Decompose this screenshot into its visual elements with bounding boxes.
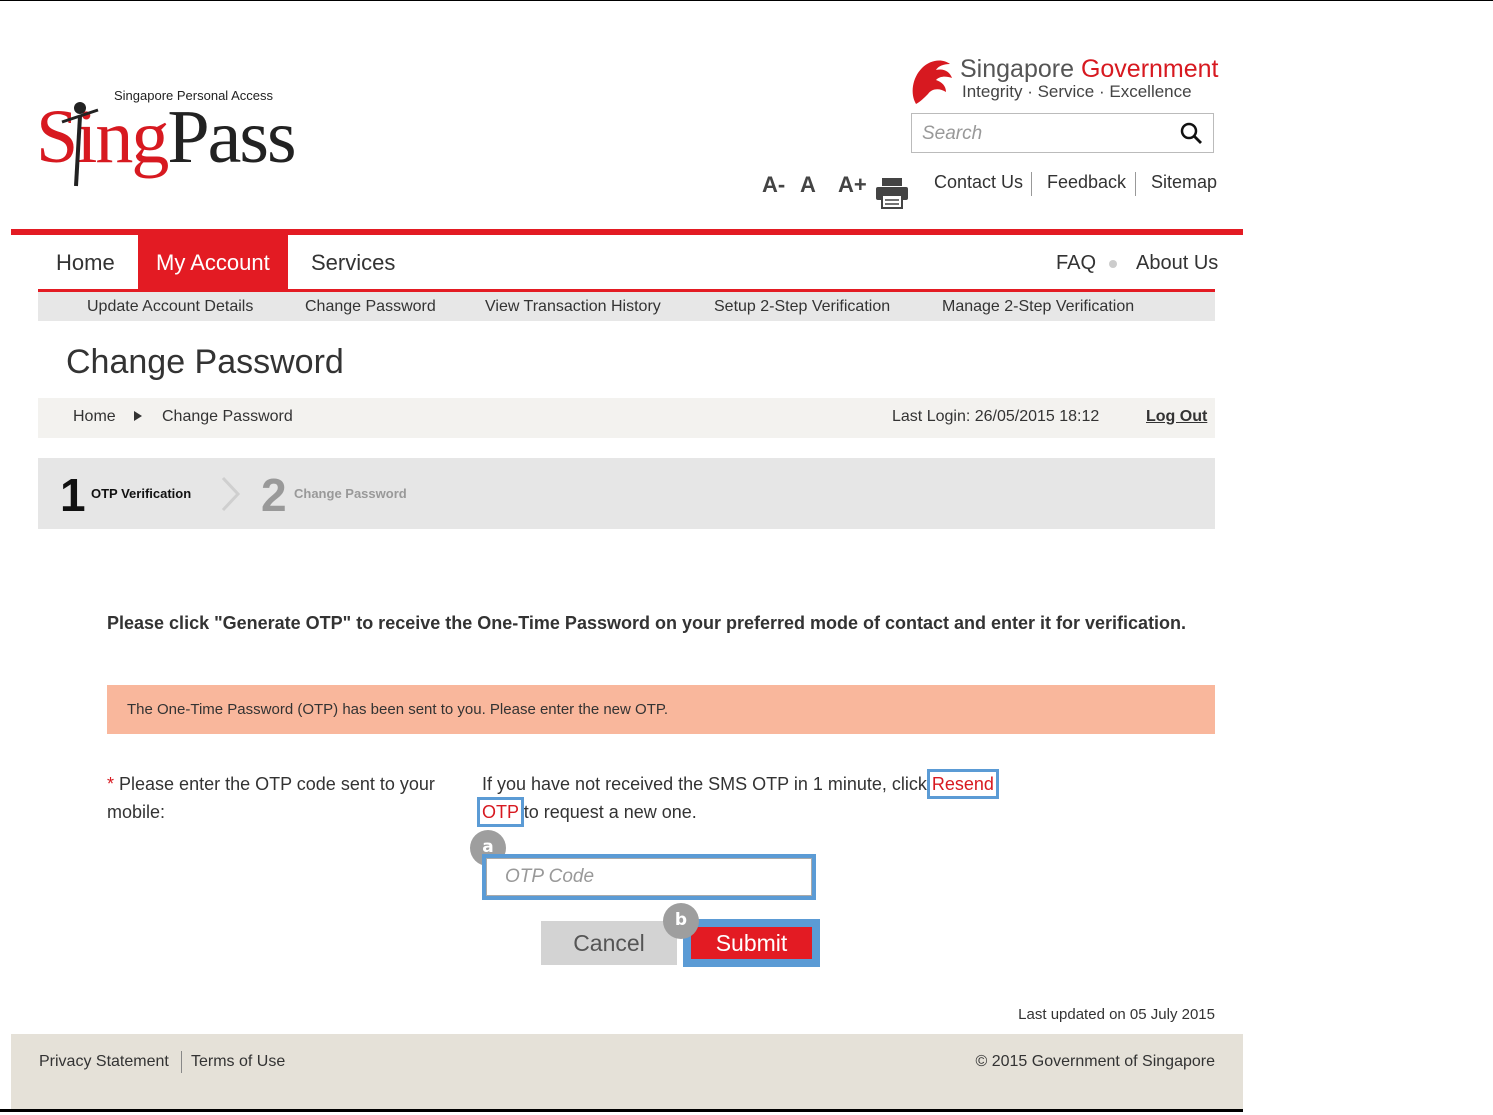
- otp-field-label-text: Please enter the OTP code sent to your m…: [107, 774, 435, 822]
- submit-button[interactable]: Submit: [691, 927, 812, 959]
- search-box: [911, 113, 1214, 154]
- subnav-manage-2step[interactable]: Manage 2-Step Verification: [942, 298, 1134, 316]
- link-separator: [1135, 172, 1136, 196]
- terms-of-use-link[interactable]: Terms of Use: [191, 1053, 285, 1071]
- nav-my-account[interactable]: My Account: [138, 235, 288, 291]
- gov-title: Singapore Government: [960, 55, 1219, 84]
- copyright: © 2015 Government of Singapore: [975, 1053, 1216, 1070]
- sms-help-after: to request a new one.: [518, 802, 697, 822]
- subnav-update-account[interactable]: Update Account Details: [87, 298, 253, 316]
- steps-bar: [38, 458, 1215, 529]
- footer: [11, 1034, 1243, 1109]
- gov-title-singapore: Singapore: [960, 55, 1081, 83]
- printer-icon[interactable]: [874, 176, 910, 210]
- privacy-statement-link[interactable]: Privacy Statement: [39, 1053, 169, 1071]
- annotation-badge-b: b: [663, 903, 699, 939]
- font-increase-button[interactable]: A+: [838, 172, 867, 198]
- logout-link[interactable]: Log Out: [1146, 408, 1207, 426]
- sitemap-link[interactable]: Sitemap: [1151, 172, 1217, 193]
- gov-tagline: Integrity · Service · Excellence: [962, 82, 1192, 101]
- logo-figure-icon: [61, 102, 99, 187]
- submit-button-highlight: Submit: [683, 919, 820, 967]
- contact-us-link[interactable]: Contact Us: [934, 172, 1023, 193]
- otp-input-highlight: [482, 854, 816, 900]
- last-login: Last Login: 26/05/2015 18:12: [892, 408, 1100, 425]
- nav-about-us[interactable]: About Us: [1118, 235, 1236, 291]
- logo-letters-pass: Pass: [167, 95, 296, 179]
- link-separator: [1031, 172, 1032, 196]
- step-2-label: Change Password: [294, 486, 407, 501]
- otp-field-label: * Please enter the OTP code sent to your…: [107, 770, 467, 826]
- search-icon[interactable]: [1179, 121, 1203, 145]
- last-updated: Last updated on 05 July 2015: [1018, 1006, 1215, 1023]
- feedback-link[interactable]: Feedback: [1047, 172, 1126, 193]
- step-1-label: OTP Verification: [91, 486, 192, 501]
- step-chevron-icon: [221, 476, 241, 512]
- breadcrumb-home[interactable]: Home: [73, 408, 116, 426]
- top-border: [0, 0, 1493, 1]
- gov-title-government: Government: [1080, 55, 1219, 83]
- sms-help-text: If you have not received the SMS OTP in …: [477, 769, 1002, 827]
- bottom-border: [0, 1109, 1243, 1112]
- instructions-text: Please click "Generate OTP" to receive t…: [107, 613, 1187, 633]
- subnav-transaction-history[interactable]: View Transaction History: [485, 298, 661, 316]
- breadcrumb-current: Change Password: [162, 408, 293, 425]
- footer-separator: [181, 1051, 182, 1073]
- nav-home[interactable]: Home: [38, 235, 133, 291]
- singapore-lion-icon: [912, 60, 952, 104]
- nav-faq[interactable]: FAQ: [1038, 235, 1114, 291]
- nav-services[interactable]: Services: [293, 235, 413, 291]
- required-mark: *: [107, 774, 115, 794]
- font-decrease-button[interactable]: A-: [762, 172, 785, 198]
- page-title: Change Password: [66, 343, 344, 381]
- step-2-number: 2: [261, 469, 287, 521]
- font-normal-button[interactable]: A: [800, 172, 816, 198]
- subnav-setup-2step[interactable]: Setup 2-Step Verification: [714, 298, 890, 316]
- step-1-number: 1: [60, 469, 86, 521]
- otp-code-input[interactable]: [486, 858, 812, 896]
- otp-sent-alert: The One-Time Password (OTP) has been sen…: [107, 685, 1215, 734]
- breadcrumb-arrow-icon: [134, 411, 142, 421]
- subnav-change-password[interactable]: Change Password: [305, 298, 436, 316]
- nav-dot-separator: [1109, 260, 1117, 268]
- sms-help-before: If you have not received the SMS OTP in …: [482, 774, 932, 794]
- search-input[interactable]: [920, 114, 1174, 154]
- cancel-button[interactable]: Cancel: [541, 921, 677, 965]
